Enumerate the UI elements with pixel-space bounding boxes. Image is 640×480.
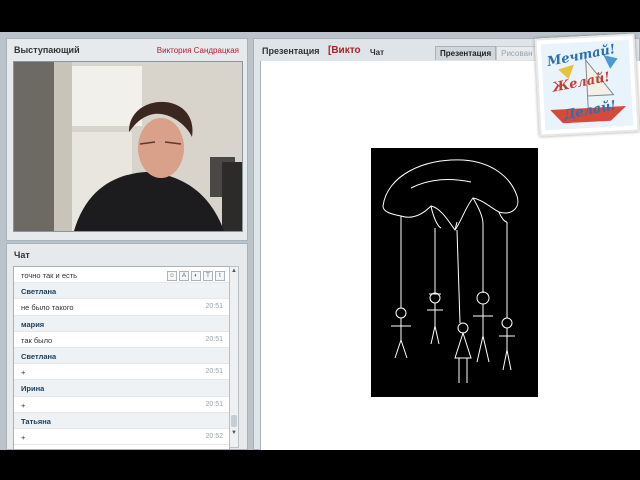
font-icon[interactable]: A: [179, 271, 189, 281]
chat-message-time: 20:51: [205, 303, 223, 311]
chat-format-toolbar: ☺ A ◐ Tt: [165, 270, 225, 281]
speaker-panel: Выступающий Виктория Сандрацкая: [6, 38, 248, 241]
scroll-up-icon[interactable]: ▲: [230, 267, 238, 275]
chat-message-text: точно так и есть: [21, 271, 78, 280]
logo-graphic: Мечтай! Желай! Делай!: [540, 39, 634, 131]
chat-author: Ирина: [14, 380, 229, 397]
chat-message-text: +: [21, 432, 26, 442]
scroll-thumb[interactable]: [231, 415, 237, 427]
puppet-hand-drawing: [382, 159, 519, 383]
chat-message-time: 20:51: [205, 368, 223, 376]
presentation-panel-title: Презентация: [262, 46, 320, 56]
presentation-tabs: Презентация Рисован: [435, 46, 538, 60]
video-frame: [14, 62, 242, 231]
chat-message-time: 20:51: [205, 335, 223, 343]
text-size-icon[interactable]: T: [203, 271, 213, 281]
chat-message-text: +: [21, 368, 26, 378]
chat-message: +20:52: [14, 429, 229, 446]
chat-author-name: мария: [21, 319, 45, 329]
chat-scrollbar[interactable]: ▲ ▼: [229, 266, 239, 448]
chat-message: так было 20:51: [14, 332, 229, 348]
chat-tab-label[interactable]: Чат: [370, 48, 384, 57]
chat-author-name: Татьяна: [21, 416, 51, 426]
color-icon[interactable]: ◐: [191, 271, 201, 281]
chat-message-text: не было такого: [21, 303, 74, 313]
smile-icon[interactable]: ☺: [167, 271, 177, 281]
chat-author: Татьяна: [14, 412, 229, 429]
chat-message: +20:51: [14, 397, 229, 413]
webinar-window: Выступающий Виктория Сандрацкая Чат точн…: [0, 32, 640, 450]
chat-message-text: так было: [21, 335, 53, 345]
chat-author: Светлана: [14, 347, 229, 365]
chat-message: +20:51: [14, 364, 229, 381]
tab-drawing[interactable]: Рисован: [496, 46, 538, 60]
chat-message-time: 20:52: [205, 432, 223, 440]
chat-author-name: Ирина: [21, 384, 45, 394]
watermark-logo: Мечтай! Желай! Делай!: [534, 33, 640, 137]
presentation-speaker-name: [Викто: [328, 45, 361, 56]
chat-author: Светлана: [14, 283, 229, 300]
chat-message-text: +: [21, 400, 26, 410]
slide-image: [371, 148, 538, 397]
chat-message: точно так и есть ☺ A ◐ Tt: [14, 267, 229, 284]
chat-panel: Чат точно так и есть ☺ A ◐ Tt Светлана не было…: [6, 243, 248, 450]
speaker-name: Виктория Сандрацкая: [156, 46, 239, 55]
chat-author: мария: [14, 315, 229, 332]
chat-panel-title: Чат: [14, 250, 30, 260]
scroll-down-icon[interactable]: ▼: [230, 429, 238, 437]
chat-message: не было такого 20:51: [14, 299, 229, 316]
chat-author-name: Светлана: [21, 287, 57, 297]
speaker-video[interactable]: [13, 61, 243, 232]
chat-message-list[interactable]: точно так и есть ☺ A ◐ Tt Светлана не было так…: [13, 266, 230, 450]
tab-presentation[interactable]: Презентация: [435, 46, 497, 60]
chat-author-name: Светлана: [21, 351, 57, 361]
chat-message-time: 20:51: [205, 400, 223, 408]
text-size-small-icon[interactable]: t: [215, 271, 225, 281]
speaker-panel-title: Выступающий: [14, 45, 80, 55]
